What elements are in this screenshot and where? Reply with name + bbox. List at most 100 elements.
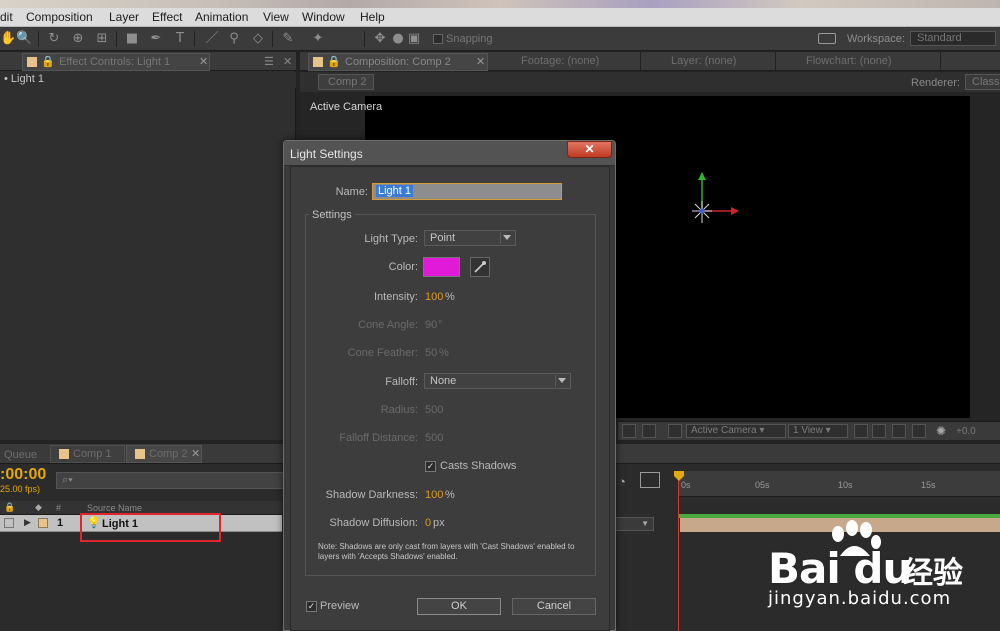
timeline-search-input[interactable]: ⌕▾: [56, 472, 284, 489]
rotate-tool-icon[interactable]: ↻: [46, 31, 62, 47]
panel-menu-icon[interactable]: ☰: [264, 55, 274, 68]
falloff-select[interactable]: None: [424, 373, 571, 389]
graph-editor-icon[interactable]: [640, 472, 660, 488]
camera-tool-icon[interactable]: ⊕: [70, 31, 86, 47]
tab-layer[interactable]: Layer: (none): [671, 55, 736, 67]
light-type-select[interactable]: Point: [424, 230, 516, 246]
cancel-button[interactable]: Cancel: [512, 598, 596, 615]
playhead-handle-icon[interactable]: [673, 470, 685, 482]
menu-layer[interactable]: Layer: [109, 10, 139, 24]
close-icon[interactable]: ✕: [476, 55, 485, 68]
menu-view[interactable]: View: [263, 10, 289, 24]
zoom-tool-icon[interactable]: 🔍: [16, 31, 32, 47]
tab-color-swatch: [59, 449, 69, 459]
eyedropper-button[interactable]: [470, 257, 490, 277]
layer-label-color[interactable]: [38, 518, 48, 528]
ruler-label-05s: 05s: [755, 480, 770, 490]
roto-brush-tool-icon[interactable]: ✎: [280, 31, 296, 47]
toggle-pixel-aspect-icon[interactable]: [622, 424, 636, 438]
menu-effect[interactable]: Effect: [152, 10, 182, 24]
source-name-header[interactable]: Source Name: [87, 503, 142, 513]
menu-window[interactable]: Window: [302, 10, 345, 24]
expand-twirl-icon[interactable]: ▶: [24, 517, 31, 528]
layer-lock-toggle[interactable]: [4, 518, 14, 528]
tab-render-queue[interactable]: Queue: [4, 447, 37, 463]
close-icon[interactable]: ✕: [191, 447, 200, 460]
current-time-display[interactable]: :00:00: [0, 466, 46, 484]
puppet-pin-tool-icon[interactable]: ✦: [310, 31, 326, 47]
toolbar-divider: [194, 31, 195, 47]
layer-mode-select[interactable]: ▼: [612, 517, 654, 531]
renderer-select[interactable]: Classi: [965, 74, 1000, 90]
view-select[interactable]: Active Camera ▾: [686, 424, 786, 438]
panel-close-icon[interactable]: ✕: [283, 55, 292, 68]
preview-label[interactable]: Preview: [320, 600, 359, 612]
intensity-value[interactable]: 100: [425, 291, 443, 303]
desktop-strip: [0, 0, 1000, 8]
ok-button[interactable]: OK: [417, 598, 501, 615]
view-axis-icon[interactable]: ▣: [406, 31, 422, 47]
snapping-checkbox[interactable]: [433, 34, 443, 44]
light-name-input[interactable]: Light 1: [372, 183, 562, 200]
flowchart-icon[interactable]: [892, 424, 906, 438]
rectangle-tool-icon[interactable]: ■: [124, 31, 140, 47]
lock-icon[interactable]: 🔒: [41, 55, 55, 68]
world-axis-icon[interactable]: ●: [390, 31, 406, 47]
tab-flowchart[interactable]: Flowchart: (none): [806, 55, 892, 67]
close-icon[interactable]: ✕: [199, 55, 208, 68]
casts-shadows-label[interactable]: Casts Shadows: [440, 460, 516, 472]
menu-help[interactable]: Help: [360, 10, 385, 24]
eraser-tool-icon[interactable]: ◇: [250, 31, 266, 47]
color-swatch[interactable]: [423, 257, 460, 277]
menu-animation[interactable]: Animation: [195, 10, 248, 24]
tab-effect-controls[interactable]: 🔒 Effect Controls: Light 1 ✕: [22, 53, 210, 71]
menu-edit[interactable]: dit: [0, 10, 13, 24]
light-type-value: Point: [430, 232, 456, 244]
toggle-mask-icon[interactable]: [642, 424, 656, 438]
brush-tool-icon[interactable]: ／: [204, 31, 220, 47]
dialog-close-button[interactable]: ✕: [567, 141, 612, 158]
pan-behind-tool-icon[interactable]: ⊞: [94, 31, 110, 47]
lock-icon[interactable]: 🔒: [327, 55, 341, 68]
casts-shadows-checkbox[interactable]: ✓: [425, 461, 436, 472]
motion-blur-icon[interactable]: ◔: [618, 474, 626, 489]
comp1-tab-label: Comp 1: [73, 448, 112, 460]
playhead-line[interactable]: [678, 472, 679, 631]
exposure-icon[interactable]: ✺: [936, 424, 946, 438]
preview-checkbox[interactable]: ✓: [306, 601, 317, 612]
menu-composition[interactable]: Composition: [26, 10, 93, 24]
region-of-interest-icon[interactable]: [668, 424, 682, 438]
tab-divider: [640, 52, 641, 71]
workspace-icon[interactable]: [818, 33, 836, 44]
menu-bar: dit Composition Layer Effect Animation V…: [0, 8, 1000, 27]
tab-comp1[interactable]: Comp 1: [50, 445, 125, 463]
shadow-diffusion-value[interactable]: 0: [425, 517, 431, 529]
radius-value: 500: [425, 404, 444, 416]
hand-tool-icon[interactable]: ✋: [0, 31, 16, 47]
clone-stamp-tool-icon[interactable]: ⚲: [226, 31, 242, 47]
transparency-grid-icon[interactable]: [872, 424, 886, 438]
tab-footage[interactable]: Footage: (none): [521, 55, 599, 67]
view-layout-select[interactable]: 1 View ▾: [788, 424, 848, 438]
exposure-value[interactable]: +0.0: [956, 426, 976, 437]
fast-previews-icon[interactable]: [912, 424, 926, 438]
text-tool-icon[interactable]: T: [172, 31, 188, 47]
layer-number: 1: [57, 517, 64, 529]
cone-angle-label: Cone Angle:: [358, 319, 418, 331]
shadow-darkness-value[interactable]: 100: [425, 489, 443, 501]
tab-comp2[interactable]: Comp 2 ✕: [126, 445, 202, 463]
effect-controls-layer-label: • Light 1: [0, 72, 296, 88]
comp-navigator-chip[interactable]: Comp 2: [318, 74, 374, 90]
toggle-3d-icon[interactable]: [854, 424, 868, 438]
light-transform-gizmo[interactable]: [680, 166, 744, 228]
axis-mode-icon[interactable]: ✥: [372, 31, 388, 47]
intensity-label: Intensity:: [373, 291, 418, 303]
pen-tool-icon[interactable]: ✒: [148, 31, 164, 47]
cone-angle-unit: °: [438, 319, 443, 331]
ruler-label-10s: 10s: [838, 480, 853, 490]
tab-composition[interactable]: 🔒 Composition: Comp 2 ✕: [308, 53, 488, 71]
work-area-bar[interactable]: [678, 497, 1000, 503]
toolbar-divider: [38, 31, 39, 47]
intensity-unit: %: [445, 291, 455, 303]
workspace-select[interactable]: Standard: [910, 31, 996, 46]
